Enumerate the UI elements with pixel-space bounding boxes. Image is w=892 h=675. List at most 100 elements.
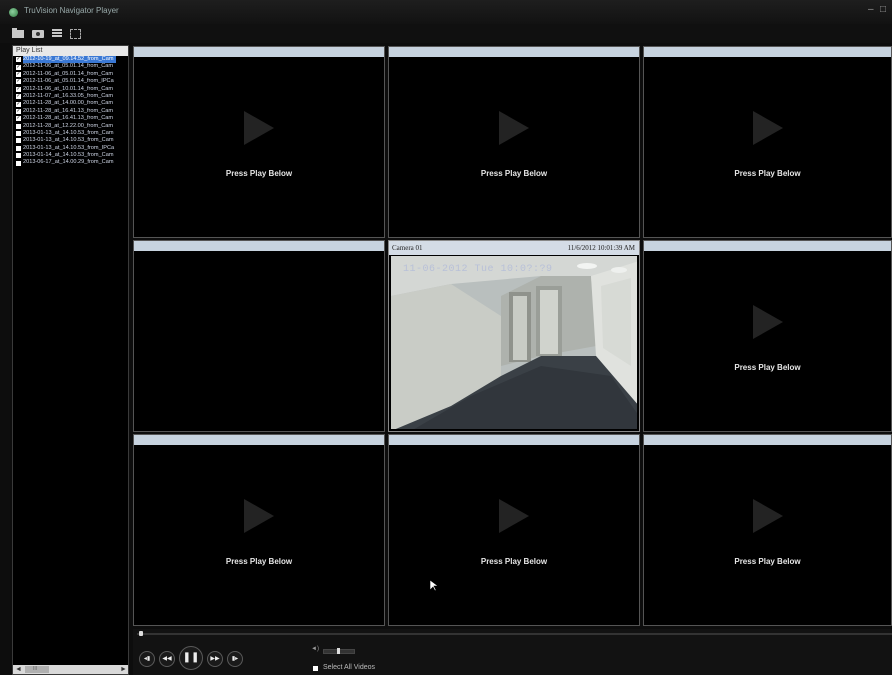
app-logo-icon xyxy=(9,8,18,17)
play-list-item[interactable]: ✓ 2012-11-06_at_05.01.14_from_Cam xyxy=(13,63,128,70)
play-list-item-label: 2013-01-13_at_14.10.53_from_IPCa xyxy=(23,144,115,151)
play-icon xyxy=(499,110,529,145)
play-list-checkbox[interactable] xyxy=(16,153,21,159)
play-list-checkbox[interactable]: ✓ xyxy=(16,94,21,100)
play-list-item[interactable]: ✓ 2012-11-28_at_16.41.13_from_Cam xyxy=(13,115,128,122)
play-list-item[interactable]: ✓ 2012-11-06_at_10.01.14_from_Cam xyxy=(13,86,128,93)
camera-header-bar: Camera 01 11/6/2012 10:01:39 AM xyxy=(389,241,639,255)
play-list-checkbox[interactable]: ✓ xyxy=(16,108,21,114)
select-all-checkbox[interactable] xyxy=(313,666,318,671)
video-tile-3[interactable]: Press Play Below xyxy=(643,46,892,238)
play-list-item-label: 2012-11-28_at_12.22.00_from_Cam xyxy=(23,122,114,129)
press-play-label: Press Play Below xyxy=(480,169,548,178)
play-list-checkbox[interactable] xyxy=(16,138,21,144)
seek-bar[interactable] xyxy=(137,633,892,635)
play-list-item[interactable]: ✓ 2012-11-07_at_16.33.05_from_Cam xyxy=(13,93,128,100)
play-icon xyxy=(752,110,783,145)
video-tile-9[interactable]: Press Play Below xyxy=(643,434,892,626)
play-list-item-label: 2012-11-06_at_05.01.14_from_Cam xyxy=(23,63,114,70)
playback-controls: ◂▮ ◀◀ ❚❚ ▶▶ ▮▸ ◄) Select All Videos xyxy=(133,629,892,675)
play-list-item-label: 2013-01-14_at_14.10.53_from_Cam xyxy=(23,152,114,159)
play-list-checkbox[interactable]: ✓ xyxy=(16,86,21,92)
mouse-pointer-icon xyxy=(430,580,439,592)
play-list-checkbox[interactable]: ✓ xyxy=(16,64,21,70)
play-list-item[interactable]: 2013-01-13_at_14.10.53_from_IPCa xyxy=(13,145,128,152)
pause-button[interactable]: ❚❚ xyxy=(179,646,203,670)
select-all-label: Select All Videos xyxy=(323,664,376,671)
play-list-item[interactable]: ✓ 2012-11-28_at_14.00.00_from_Cam xyxy=(13,100,128,107)
play-list-item-label: 2013-01-13_at_14.10.53_from_Cam xyxy=(23,129,114,136)
play-list-item[interactable]: ✓ 2012-11-28_at_16.41.13_from_Cam xyxy=(13,108,128,115)
volume-icon[interactable]: ◄) xyxy=(311,646,319,652)
volume-handle[interactable] xyxy=(337,648,340,654)
play-icon xyxy=(244,498,274,533)
scroll-left-icon[interactable]: ◄ xyxy=(15,665,22,674)
play-list-item-label: 2012-11-07_at_16.33.05_from_Cam xyxy=(23,92,114,99)
camera-icon[interactable] xyxy=(32,28,44,38)
camera-timestamp: 11/6/2012 10:01:39 AM xyxy=(567,244,635,252)
video-tile-1[interactable]: Press Play Below xyxy=(133,46,385,238)
play-list-item[interactable]: 2013-01-14_at_14.10.53_from_Cam xyxy=(13,152,128,159)
play-icon xyxy=(752,304,783,339)
play-list-checkbox[interactable]: ✓ xyxy=(16,116,21,122)
play-list-item-label: 2012-11-06_at_10.01.14_from_Cam xyxy=(23,85,114,92)
press-play-label: Press Play Below xyxy=(480,557,548,566)
play-list-item-label: 2012-10-19_at_09.14.52_from_Cam xyxy=(23,56,116,64)
rewind-button[interactable]: ◀◀ xyxy=(159,651,175,667)
restore-button[interactable]: □ xyxy=(880,4,886,15)
play-list-checkbox[interactable]: ✓ xyxy=(16,79,21,85)
minimize-button[interactable]: – xyxy=(868,4,874,15)
folder-icon[interactable] xyxy=(12,28,24,38)
video-tile-5[interactable]: Camera 01 11/6/2012 10:01:39 AM 11-06-20… xyxy=(388,240,640,432)
fast-forward-button[interactable]: ▶▶ xyxy=(207,651,223,667)
play-list-item[interactable]: 2013-01-13_at_14.10.53_from_Cam xyxy=(13,137,128,144)
play-list-header: Play List xyxy=(13,46,128,56)
seek-handle[interactable] xyxy=(139,631,143,636)
video-tile-7[interactable]: Press Play Below xyxy=(133,434,385,626)
play-list-item-label: 2012-11-28_at_14.00.00_from_Cam xyxy=(23,100,114,107)
play-list-checkbox[interactable] xyxy=(16,160,21,166)
play-list-checkbox[interactable] xyxy=(16,123,21,129)
prev-frame-button[interactable]: ◂▮ xyxy=(139,651,155,667)
press-play-label: Press Play Below xyxy=(734,363,801,372)
play-list-item-label: 2013-01-13_at_14.10.53_from_Cam xyxy=(23,137,114,144)
play-list-item[interactable]: 2013-01-13_at_14.10.53_from_Cam xyxy=(13,130,128,137)
play-list-item-label: 2012-11-06_at_05.01.14_from_Cam xyxy=(23,70,114,77)
video-tile-6[interactable]: Press Play Below xyxy=(643,240,892,432)
tile-header-bar xyxy=(134,435,384,445)
play-list-item[interactable]: ✓ 2012-11-06_at_05.01.14_from_Cam xyxy=(13,71,128,78)
camera-video-frame: 11-06-2012 Tue 10:0?:?9 xyxy=(391,256,637,429)
play-list-checkbox[interactable] xyxy=(16,131,21,137)
play-list-checkbox[interactable]: ✓ xyxy=(16,101,21,107)
tile-header-bar xyxy=(644,47,891,57)
window-title: TruVision Navigator Player xyxy=(24,6,119,15)
title-bar: TruVision Navigator Player – □ xyxy=(0,0,892,24)
toolbar xyxy=(0,24,892,43)
list-icon[interactable] xyxy=(52,28,64,38)
scrollbar-grip: III xyxy=(33,666,38,672)
camera-name: Camera 01 xyxy=(392,244,423,252)
press-play-label: Press Play Below xyxy=(734,557,801,566)
play-list-item-label: 2012-11-28_at_16.41.13_from_Cam xyxy=(23,107,114,114)
play-list-item[interactable]: ✓ 2012-11-06_at_05.01.14_from_IPCa xyxy=(13,78,128,85)
camera-osd-text: 11-06-2012 Tue 10:0?:?9 xyxy=(403,264,553,275)
play-list-checkbox[interactable] xyxy=(16,145,21,151)
press-play-label: Press Play Below xyxy=(734,169,801,178)
play-icon xyxy=(244,110,274,145)
play-list-item[interactable]: 2012-11-28_at_12.22.00_from_Cam xyxy=(13,123,128,130)
play-icon xyxy=(499,498,529,533)
play-list-item[interactable]: ✓ 2012-10-19_at_09.14.52_from_Cam xyxy=(13,56,128,64)
play-list-item-label: 2012-11-28_at_16.41.13_from_Cam xyxy=(23,115,114,122)
tile-header-bar xyxy=(134,47,384,57)
video-tile-4[interactable] xyxy=(133,240,385,432)
fullscreen-icon[interactable] xyxy=(70,29,81,39)
play-list-checkbox[interactable]: ✓ xyxy=(16,57,21,63)
next-frame-button[interactable]: ▮▸ xyxy=(227,651,243,667)
tile-header-bar xyxy=(644,241,891,251)
play-list-item[interactable]: 2013-06-17_at_14.00.29_from_Cam xyxy=(13,159,128,166)
horizontal-scrollbar[interactable]: ◄ III ► xyxy=(13,665,128,674)
video-tile-2[interactable]: Press Play Below xyxy=(388,46,640,238)
video-tile-8[interactable]: Press Play Below xyxy=(388,434,640,626)
play-list-checkbox[interactable]: ✓ xyxy=(16,71,21,77)
scroll-right-icon[interactable]: ► xyxy=(120,665,127,674)
